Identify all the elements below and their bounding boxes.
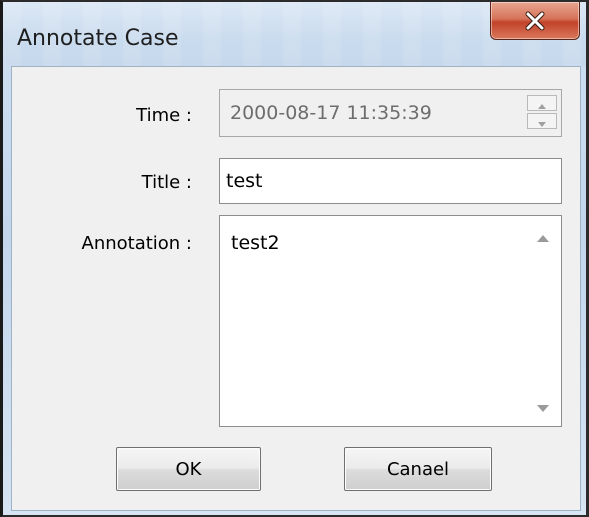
spin-up-button [527, 95, 557, 111]
annotation-label: Annotation : [81, 233, 193, 254]
time-label: Time : [136, 105, 192, 126]
close-button[interactable] [490, 2, 580, 40]
spin-down-button [527, 113, 557, 129]
title-input[interactable]: test [219, 158, 562, 204]
scroll-up-button[interactable] [525, 218, 561, 254]
title-input-value: test [226, 170, 263, 192]
time-spinner [527, 95, 557, 129]
ok-button[interactable]: OK [116, 447, 261, 491]
spin-down-icon [538, 110, 546, 132]
annotation-scrollbar[interactable] [525, 216, 561, 426]
window-title: Annotate Case [17, 26, 179, 51]
scroll-up-arrow-icon [537, 225, 549, 247]
dialog-client-area: Time : 2000-08-17 11:35:39 Title : test [11, 66, 581, 511]
annotation-textarea[interactable]: test2 [219, 215, 562, 427]
annotate-case-dialog: Annotate Case Time : 2000-08-17 11:35:39 [0, 0, 589, 517]
title-bar[interactable]: Annotate Case [3, 2, 586, 66]
scroll-down-arrow-icon [537, 395, 549, 417]
scroll-down-button[interactable] [525, 388, 561, 424]
time-value: 2000-08-17 11:35:39 [230, 102, 432, 124]
time-field: 2000-08-17 11:35:39 [219, 89, 562, 137]
annotation-text: test2 [231, 232, 280, 254]
close-icon [524, 11, 546, 31]
title-label: Title : [141, 172, 192, 193]
cancel-button[interactable]: Canael [344, 447, 492, 491]
